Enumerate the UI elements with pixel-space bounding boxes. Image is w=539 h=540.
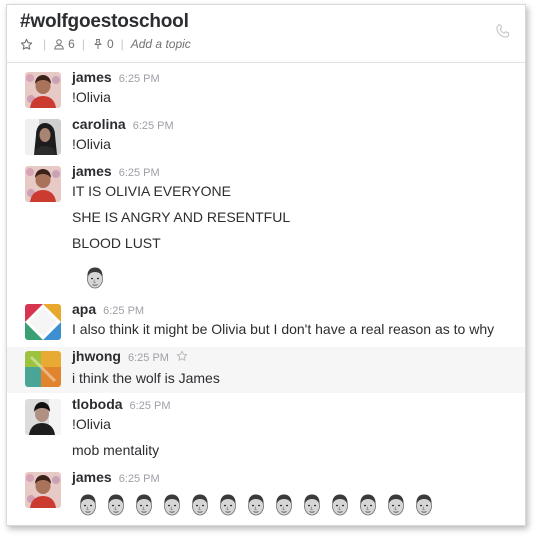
add-topic-link[interactable]: Add a topic: [131, 37, 191, 51]
avatar[interactable]: [25, 472, 61, 508]
message-text: SHE IS ANGRY AND RESENTFUL: [72, 209, 291, 225]
message-author[interactable]: james: [72, 469, 112, 485]
message-timestamp[interactable]: 6:25 PM: [119, 473, 160, 485]
message-author[interactable]: james: [72, 163, 112, 179]
message-text: !Olivia: [72, 136, 111, 152]
meta-divider: |: [81, 37, 85, 51]
message-timestamp[interactable]: 6:25 PM: [103, 305, 144, 317]
message-item[interactable]: james 6:25 PM !Olivia: [7, 68, 525, 113]
message-text: I also think it might be Olivia but I do…: [72, 321, 495, 337]
message-list[interactable]: james 6:25 PM !Olivia carolina 6:25 PM !…: [7, 63, 525, 525]
message-author[interactable]: apa: [72, 301, 96, 317]
message-timestamp[interactable]: 6:25 PM: [119, 167, 160, 179]
message-author[interactable]: tloboda: [72, 396, 123, 412]
message-item[interactable]: tloboda 6:25 PM !Olivia mob mentality: [7, 395, 525, 465]
message-text: IT IS OLIVIA EVERYONE: [72, 183, 231, 199]
message-item[interactable]: jhwong 6:25 PM i think the wolf is James: [7, 347, 525, 393]
avatar[interactable]: [25, 399, 61, 435]
message-item[interactable]: apa 6:25 PM I also think it might be Oli…: [7, 300, 525, 345]
slack-window: #wolfgoestoschool | 6 | 0 | Add a topic: [6, 4, 526, 526]
member-icon[interactable]: [53, 38, 65, 50]
message-author[interactable]: jhwong: [72, 348, 121, 364]
channel-meta: | 6 | 0 | Add a topic: [20, 36, 191, 52]
channel-header: #wolfgoestoschool | 6 | 0 | Add a topic: [7, 5, 525, 63]
message-author[interactable]: carolina: [72, 116, 126, 132]
message-timestamp[interactable]: 6:25 PM: [130, 400, 171, 412]
message-author[interactable]: james: [72, 69, 112, 85]
meta-divider: |: [43, 37, 47, 51]
custom-face-emoji[interactable]: [84, 266, 106, 290]
meta-divider: |: [120, 37, 124, 51]
custom-face-emoji[interactable]: [245, 493, 267, 517]
message-timestamp[interactable]: 6:25 PM: [119, 73, 160, 85]
avatar[interactable]: [25, 119, 61, 155]
member-count[interactable]: 6: [68, 37, 75, 51]
message-text: !Olivia: [72, 416, 111, 432]
star-message-icon[interactable]: [176, 349, 188, 367]
message-text: mob mentality: [72, 442, 160, 458]
custom-face-emoji[interactable]: [273, 493, 295, 517]
custom-face-emoji[interactable]: [105, 493, 127, 517]
pin-icon[interactable]: [92, 38, 104, 50]
custom-face-emoji[interactable]: [77, 493, 99, 517]
custom-face-emoji[interactable]: [357, 493, 379, 517]
custom-face-emoji[interactable]: [329, 493, 351, 517]
message-text: BLOOD LUST: [72, 235, 161, 251]
avatar[interactable]: [25, 72, 61, 108]
emoji-row: [77, 493, 435, 517]
custom-face-emoji[interactable]: [413, 493, 435, 517]
custom-face-emoji[interactable]: [133, 493, 155, 517]
message-text: i think the wolf is James: [72, 370, 220, 386]
star-icon[interactable]: [20, 38, 33, 51]
message-timestamp[interactable]: 6:25 PM: [133, 120, 174, 132]
custom-face-emoji[interactable]: [161, 493, 183, 517]
avatar[interactable]: [25, 304, 61, 340]
message-text: !Olivia: [72, 89, 111, 105]
message-timestamp[interactable]: 6:25 PM: [128, 352, 169, 364]
message-item[interactable]: carolina 6:25 PM !Olivia: [7, 115, 525, 160]
message-item[interactable]: james 6:25 PM: [7, 468, 525, 525]
pinned-count[interactable]: 0: [107, 37, 114, 51]
avatar[interactable]: [25, 351, 61, 387]
custom-face-emoji[interactable]: [385, 493, 407, 517]
avatar[interactable]: [25, 166, 61, 202]
phone-icon[interactable]: [494, 23, 511, 45]
custom-face-emoji[interactable]: [301, 493, 323, 517]
custom-face-emoji[interactable]: [217, 493, 239, 517]
message-item[interactable]: james 6:25 PM IT IS OLIVIA EVERYONE SHE …: [7, 162, 525, 297]
channel-title[interactable]: #wolfgoestoschool: [20, 11, 189, 33]
custom-face-emoji[interactable]: [189, 493, 211, 517]
